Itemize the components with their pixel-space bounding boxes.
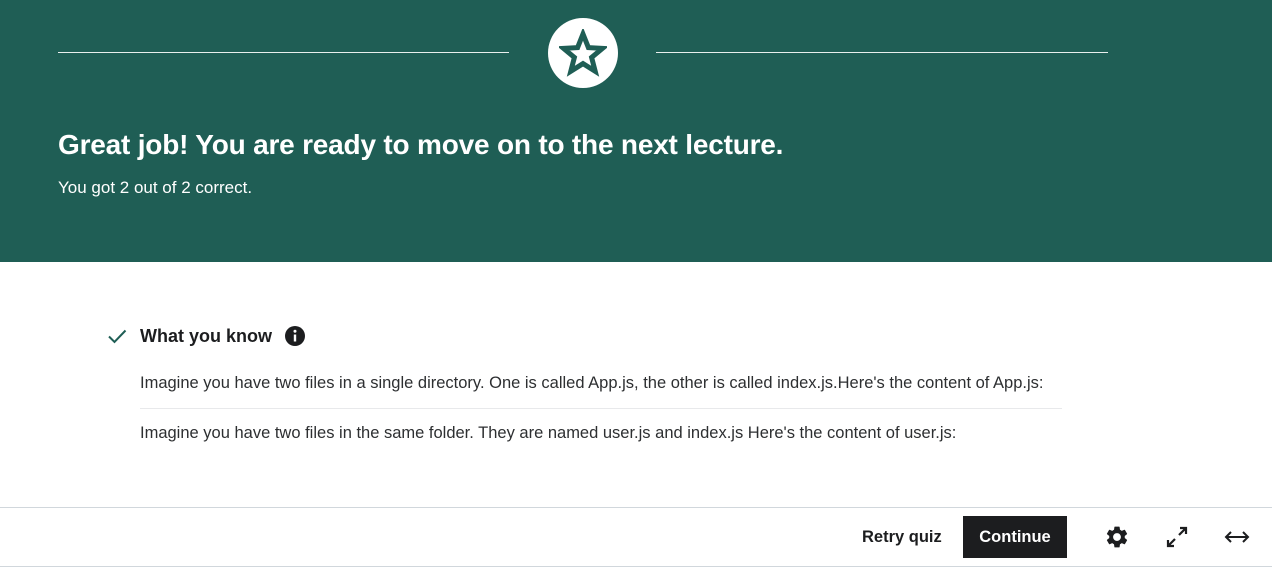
question-item: Imagine you have two files in a single d… — [140, 374, 1044, 392]
what-you-know-header: What you know — [106, 322, 306, 350]
check-icon — [106, 325, 128, 347]
fullscreen-button[interactable] — [1161, 521, 1193, 553]
expand-icon — [1166, 526, 1188, 548]
question-divider — [140, 408, 1062, 409]
banner-divider-left — [58, 52, 509, 53]
star-icon — [559, 29, 607, 77]
continue-button[interactable]: Continue — [963, 516, 1067, 558]
gear-icon — [1106, 526, 1128, 548]
banner-divider-right — [656, 52, 1108, 53]
retry-quiz-button[interactable]: Retry quiz — [850, 516, 954, 558]
question-item: Imagine you have two files in the same f… — [140, 424, 957, 442]
wide-view-button[interactable] — [1221, 521, 1253, 553]
what-you-know-title: What you know — [140, 325, 272, 346]
info-icon[interactable] — [284, 325, 306, 347]
settings-button[interactable] — [1101, 521, 1133, 553]
score-text: You got 2 out of 2 correct. — [58, 178, 253, 197]
arrows-horizontal-icon — [1224, 531, 1250, 543]
result-title: Great job! You are ready to move on to t… — [58, 129, 784, 160]
quiz-footer: Retry quiz Continue — [0, 507, 1272, 567]
result-badge — [548, 18, 618, 88]
result-banner: Great job! You are ready to move on to t… — [0, 0, 1272, 262]
